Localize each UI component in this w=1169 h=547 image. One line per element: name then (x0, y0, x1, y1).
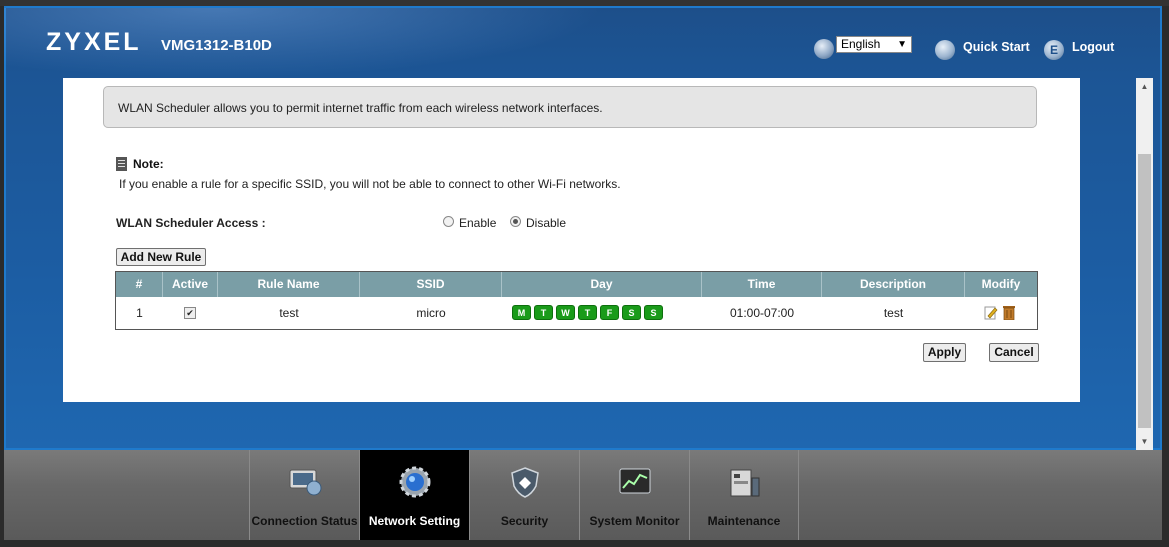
table-header: # Active Rule Name SSID Day Time Descrip… (116, 272, 1037, 297)
row-rule-name: test (279, 306, 299, 320)
chart-monitor-icon (618, 466, 652, 498)
gear-icon (398, 466, 432, 498)
vertical-scrollbar[interactable]: ▲ ▼ (1136, 78, 1153, 450)
globe-icon (814, 39, 834, 59)
quick-start-icon[interactable] (935, 40, 955, 60)
col-ssid: SSID (360, 272, 502, 297)
note-title: Note: (133, 157, 164, 171)
bottom-nav: Connection Status Network Setting Securi… (4, 450, 1162, 540)
col-index: # (116, 272, 163, 297)
info-box: WLAN Scheduler allows you to permit inte… (103, 86, 1037, 128)
brand-logo: ZYXEL (46, 28, 142, 56)
rules-table: # Active Rule Name SSID Day Time Descrip… (115, 271, 1038, 330)
chevron-down-icon: ▼ (897, 39, 907, 50)
col-day: Day (502, 272, 702, 297)
row-ssid: micro (416, 306, 446, 320)
language-select[interactable]: English ▼ (836, 36, 912, 53)
day-badge: F (600, 305, 619, 320)
day-badge: S (644, 305, 663, 320)
col-active: Active (163, 272, 218, 297)
day-badge: T (534, 305, 553, 320)
note-icon (116, 157, 127, 171)
nav-network-setting[interactable]: Network Setting (359, 450, 469, 540)
scroll-up-icon[interactable]: ▲ (1136, 78, 1153, 95)
add-new-rule-button[interactable]: Add New Rule (116, 248, 206, 266)
day-badge: W (556, 305, 575, 320)
shield-icon (508, 466, 542, 498)
active-checkbox[interactable]: ✔ (184, 307, 196, 319)
router-admin-window: ZYXEL VMG1312-B10D English ▼ Quick Start… (0, 0, 1169, 547)
row-description: test (883, 306, 904, 320)
cancel-button[interactable]: Cancel (989, 343, 1039, 362)
row-time: 01:00-07:00 (729, 306, 795, 320)
edit-icon[interactable] (984, 305, 998, 320)
note-text: If you enable a rule for a specific SSID… (119, 177, 621, 191)
disable-radio-label[interactable]: Disable (526, 216, 566, 230)
disable-radio[interactable] (510, 216, 521, 227)
enable-radio[interactable] (443, 216, 454, 227)
col-rule-name: Rule Name (218, 272, 360, 297)
monitor-globe-icon (288, 466, 322, 498)
quick-start-link[interactable]: Quick Start (963, 40, 1030, 54)
nav-maintenance[interactable]: Maintenance (689, 450, 799, 540)
day-badge: T (578, 305, 597, 320)
scroll-down-icon[interactable]: ▼ (1136, 433, 1153, 450)
col-time: Time (702, 272, 822, 297)
scroll-thumb[interactable] (1138, 154, 1151, 428)
main-panel: WLAN Scheduler allows you to permit inte… (63, 78, 1080, 402)
nav-connection-status[interactable]: Connection Status (249, 450, 359, 540)
row-index: 1 (136, 306, 143, 320)
logout-link[interactable]: Logout (1072, 40, 1114, 54)
day-badge: S (622, 305, 641, 320)
scheduler-access-label: WLAN Scheduler Access : (116, 216, 266, 230)
enable-radio-label[interactable]: Enable (459, 216, 496, 230)
col-description: Description (822, 272, 965, 297)
day-badge: M (512, 305, 531, 320)
col-modify: Modify (981, 277, 1021, 291)
tools-icon (728, 466, 762, 498)
logout-icon[interactable]: E (1044, 40, 1064, 60)
row-days: M T W T F S S (512, 305, 672, 321)
apply-button[interactable]: Apply (923, 343, 966, 362)
nav-system-monitor[interactable]: System Monitor (579, 450, 689, 540)
model-name: VMG1312-B10D (161, 37, 272, 54)
trash-icon[interactable] (1003, 305, 1015, 321)
nav-security[interactable]: Security (469, 450, 579, 540)
language-value: English (841, 37, 881, 51)
